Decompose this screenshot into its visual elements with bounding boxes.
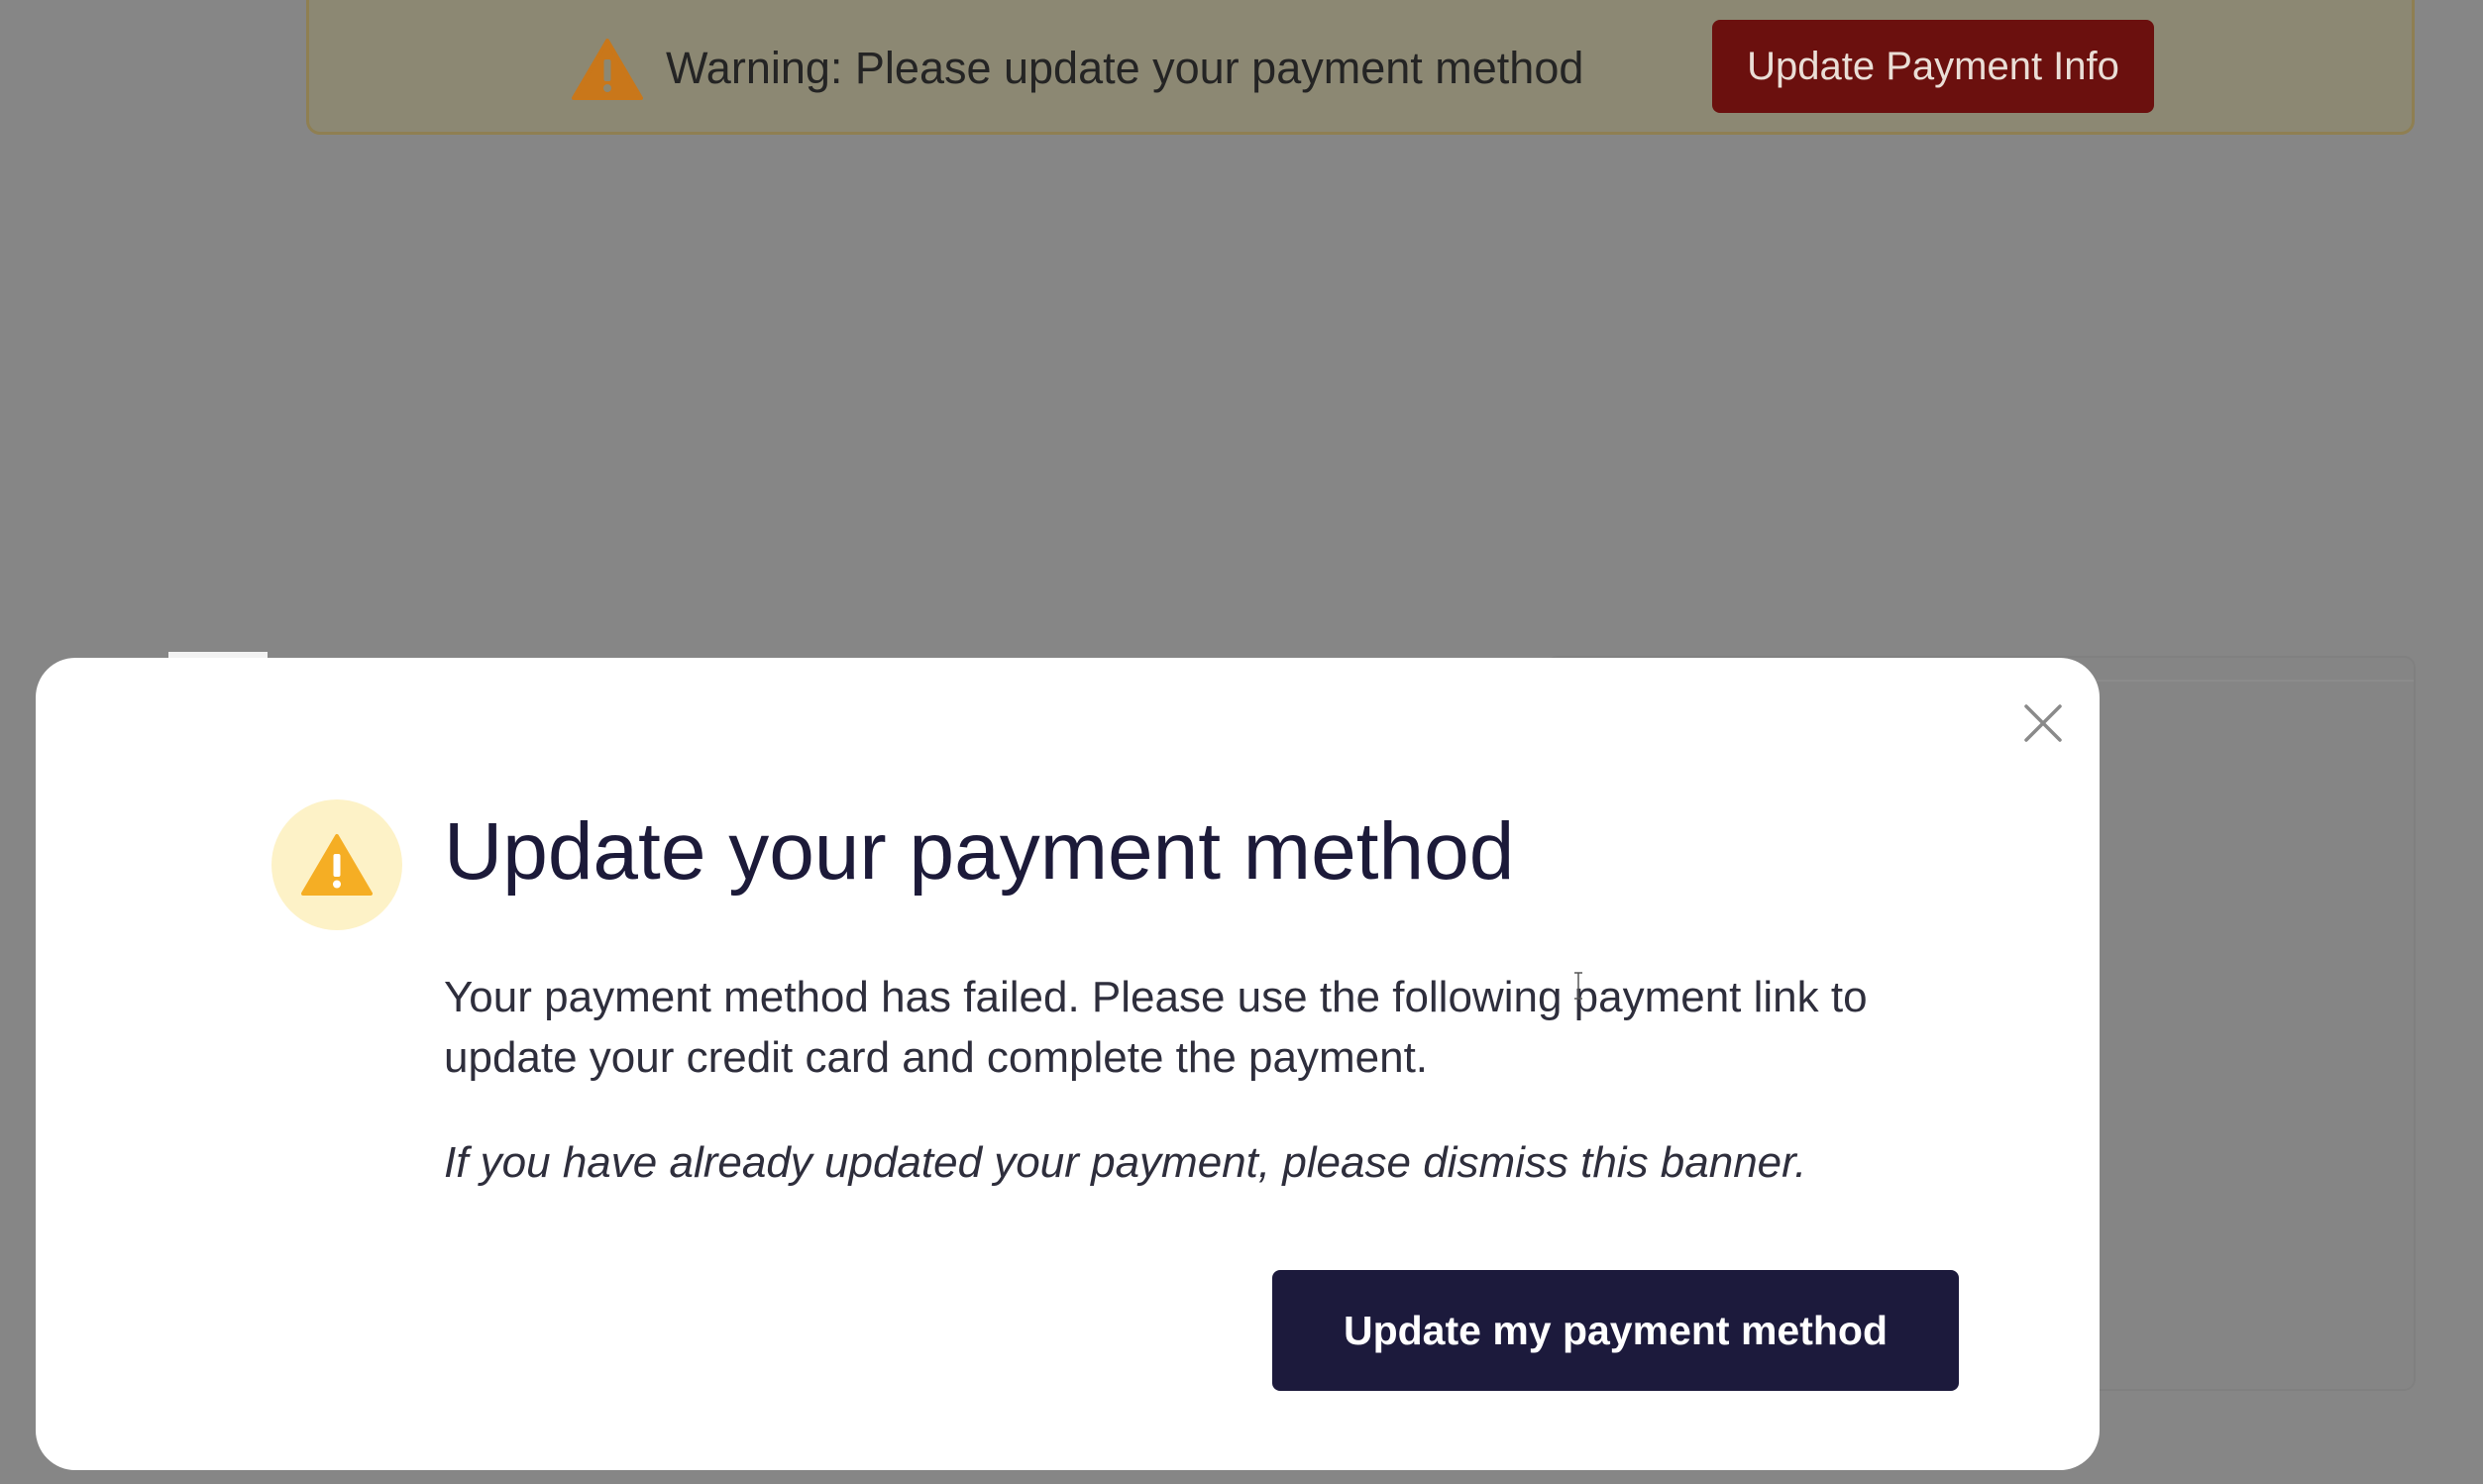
title-icon-circle [271, 799, 402, 930]
warning-triangle-icon [301, 834, 373, 896]
warning-banner: Warning: Please update your payment meth… [306, 0, 2415, 135]
modal-note-text: If you have already updated your payment… [444, 1138, 1807, 1187]
update-my-payment-method-button[interactable]: Update my payment method [1272, 1270, 1959, 1391]
update-payment-info-button[interactable]: Update Payment Info [1712, 20, 2154, 113]
page: Warning: Please update your payment meth… [0, 0, 2483, 1484]
warning-triangle-icon [572, 39, 643, 100]
text-cursor-icon [1574, 972, 1582, 1000]
modal-body-text: Your payment method has failed. Please u… [444, 973, 1868, 1082]
warning-message: Warning: Please update your payment meth… [666, 43, 1584, 93]
close-icon [2024, 704, 2062, 742]
close-button[interactable] [2003, 684, 2083, 763]
modal-title: Update your payment method [444, 806, 1515, 897]
